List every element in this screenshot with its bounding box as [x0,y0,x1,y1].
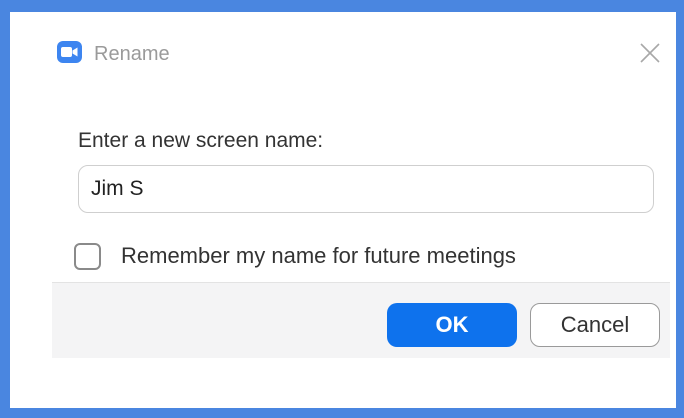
ok-button[interactable]: OK [387,303,517,347]
close-icon [640,43,660,63]
screen-name-prompt: Enter a new screen name: [78,129,324,152]
title-bar: Rename [52,37,670,73]
remember-name-option[interactable]: Remember my name for future meetings [74,240,516,272]
dialog-footer: OK Cancel [52,282,670,358]
remember-name-label: Remember my name for future meetings [121,243,516,268]
cancel-button[interactable]: Cancel [530,303,660,347]
close-button[interactable] [638,41,662,65]
screenshot-frame: Rename Enter a new screen name: Remember… [0,0,684,418]
rename-dialog: Rename Enter a new screen name: Remember… [52,37,670,358]
zoom-camera-icon [57,41,82,63]
window-title: Rename [94,43,170,65]
remember-name-checkbox[interactable] [74,242,101,270]
screen-name-input[interactable] [78,165,654,213]
